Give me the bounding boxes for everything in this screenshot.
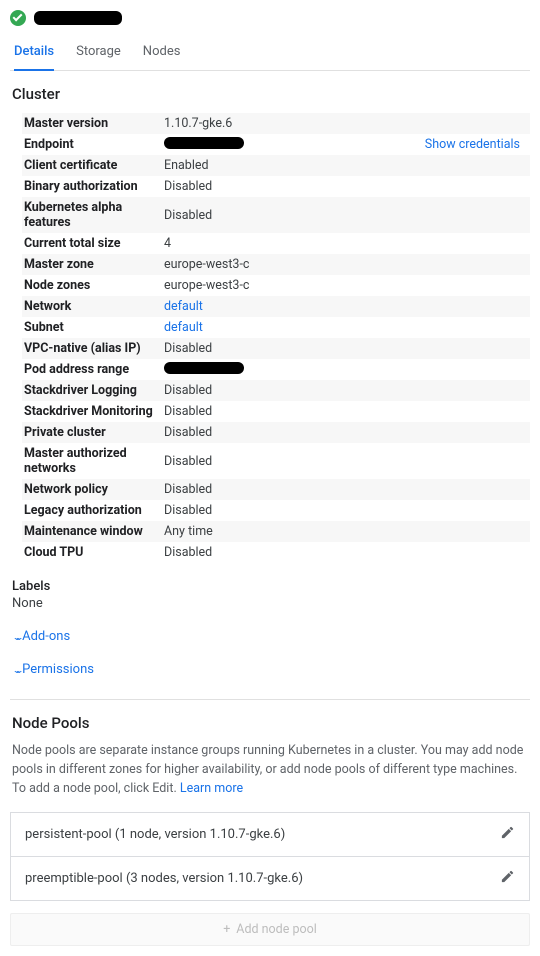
show-credentials-link[interactable]: Show credentials: [425, 137, 520, 152]
nodepool-label: preemptible-pool (3 nodes, version 1.10.…: [25, 871, 303, 886]
property-key: Pod address range: [22, 359, 162, 380]
property-row: Networkdefault: [22, 296, 530, 317]
section-title-cluster: Cluster: [12, 85, 530, 103]
property-value: [162, 137, 425, 153]
edit-icon[interactable]: [500, 825, 515, 844]
property-row: Maintenance windowAny time: [22, 521, 530, 542]
property-row: Stackdriver MonitoringDisabled: [22, 401, 530, 422]
property-row: Private clusterDisabled: [22, 422, 530, 443]
nodepool-list: persistent-pool (1 node, version 1.10.7-…: [10, 812, 530, 901]
page-header: [10, 10, 530, 26]
labels-title: Labels: [12, 579, 530, 594]
edit-icon[interactable]: [500, 869, 515, 888]
section-title-nodepools: Node Pools: [12, 714, 530, 732]
property-key: Node zones: [22, 275, 162, 296]
property-row: Stackdriver LoggingDisabled: [22, 380, 530, 401]
expander-permissions[interactable]: ⌄⌄ Permissions: [12, 662, 530, 677]
property-key: Private cluster: [22, 422, 162, 443]
cluster-name-redacted: [34, 11, 122, 25]
property-row: Pod address range: [22, 359, 530, 380]
property-row: Client certificateEnabled: [22, 155, 530, 176]
property-row: Cloud TPUDisabled: [22, 542, 530, 563]
status-check-icon: [10, 10, 26, 26]
property-value: Disabled: [162, 404, 530, 419]
chevron-down-icon: ⌄⌄: [12, 665, 16, 673]
property-value: Disabled: [162, 454, 530, 469]
property-key: Stackdriver Monitoring: [22, 401, 162, 422]
property-value: Disabled: [162, 179, 530, 194]
redacted-value: [164, 137, 244, 149]
tab-bar: Details Storage Nodes: [10, 36, 530, 71]
nodepool-label: persistent-pool (1 node, version 1.10.7-…: [25, 827, 285, 842]
property-key: Binary authorization: [22, 176, 162, 197]
property-value: Disabled: [162, 425, 530, 440]
property-value: Enabled: [162, 158, 530, 173]
property-key: Master authorized networks: [22, 443, 162, 479]
labels-block: Labels None: [12, 579, 530, 611]
property-key: Master zone: [22, 254, 162, 275]
property-key: Network policy: [22, 479, 162, 500]
expander-add-ons[interactable]: ⌄⌄ Add-ons: [12, 629, 530, 644]
property-value: Disabled: [162, 482, 530, 497]
property-key: Endpoint: [22, 134, 162, 155]
property-value: Disabled: [162, 545, 530, 560]
property-row: Legacy authorizationDisabled: [22, 500, 530, 521]
property-row: Master version1.10.7-gke.6: [22, 113, 530, 134]
property-row: Kubernetes alpha featuresDisabled: [22, 197, 530, 233]
property-value: Disabled: [162, 208, 530, 223]
property-key: Network: [22, 296, 162, 317]
nodepools-desc-text: Node pools are separate instance groups …: [12, 743, 523, 796]
property-row: Network policyDisabled: [22, 479, 530, 500]
property-value: europe-west3-c: [162, 278, 530, 293]
add-node-pool-button: + Add node pool: [10, 913, 530, 946]
nodepools-description: Node pools are separate instance groups …: [12, 742, 528, 798]
chevron-down-icon: ⌄⌄: [12, 632, 16, 640]
expander-label: Permissions: [22, 662, 94, 677]
property-value: [162, 362, 530, 378]
property-value: Any time: [162, 524, 530, 539]
property-value[interactable]: default: [162, 320, 530, 335]
property-value: europe-west3-c: [162, 257, 530, 272]
add-node-pool-label: Add node pool: [236, 922, 316, 937]
property-row: Master zoneeurope-west3-c: [22, 254, 530, 275]
property-row: Master authorized networksDisabled: [22, 443, 530, 479]
property-row: Binary authorizationDisabled: [22, 176, 530, 197]
property-key: Client certificate: [22, 155, 162, 176]
expander-label: Add-ons: [22, 629, 70, 644]
property-key: Kubernetes alpha features: [22, 197, 162, 233]
property-row: Current total size4: [22, 233, 530, 254]
divider: [10, 699, 530, 700]
property-key: Cloud TPU: [22, 542, 162, 563]
property-row: VPC-native (alias IP)Disabled: [22, 338, 530, 359]
property-key: Maintenance window: [22, 521, 162, 542]
property-key: Current total size: [22, 233, 162, 254]
property-value: 4: [162, 236, 530, 251]
labels-value: None: [12, 596, 530, 611]
nodepool-row[interactable]: preemptible-pool (3 nodes, version 1.10.…: [10, 857, 530, 901]
property-value: 1.10.7-gke.6: [162, 116, 530, 131]
property-row: Endpoint Show credentials: [22, 134, 530, 155]
property-row: Node zoneseurope-west3-c: [22, 275, 530, 296]
property-key: VPC-native (alias IP): [22, 338, 162, 359]
property-key: Stackdriver Logging: [22, 380, 162, 401]
property-value: Disabled: [162, 383, 530, 398]
property-key: Master version: [22, 113, 162, 134]
property-row: Subnetdefault: [22, 317, 530, 338]
property-key: Subnet: [22, 317, 162, 338]
learn-more-link[interactable]: Learn more: [180, 781, 243, 796]
property-value: Disabled: [162, 341, 530, 356]
property-key: Legacy authorization: [22, 500, 162, 521]
property-value[interactable]: default: [162, 299, 530, 314]
nodepool-row[interactable]: persistent-pool (1 node, version 1.10.7-…: [10, 812, 530, 857]
cluster-properties: Master version1.10.7-gke.6Endpoint Show c…: [22, 113, 530, 563]
tab-nodes[interactable]: Nodes: [143, 36, 181, 70]
plus-icon: +: [223, 922, 230, 937]
tab-storage[interactable]: Storage: [76, 36, 121, 70]
property-value: Disabled: [162, 503, 530, 518]
tab-details[interactable]: Details: [14, 36, 54, 71]
redacted-value: [164, 362, 244, 374]
